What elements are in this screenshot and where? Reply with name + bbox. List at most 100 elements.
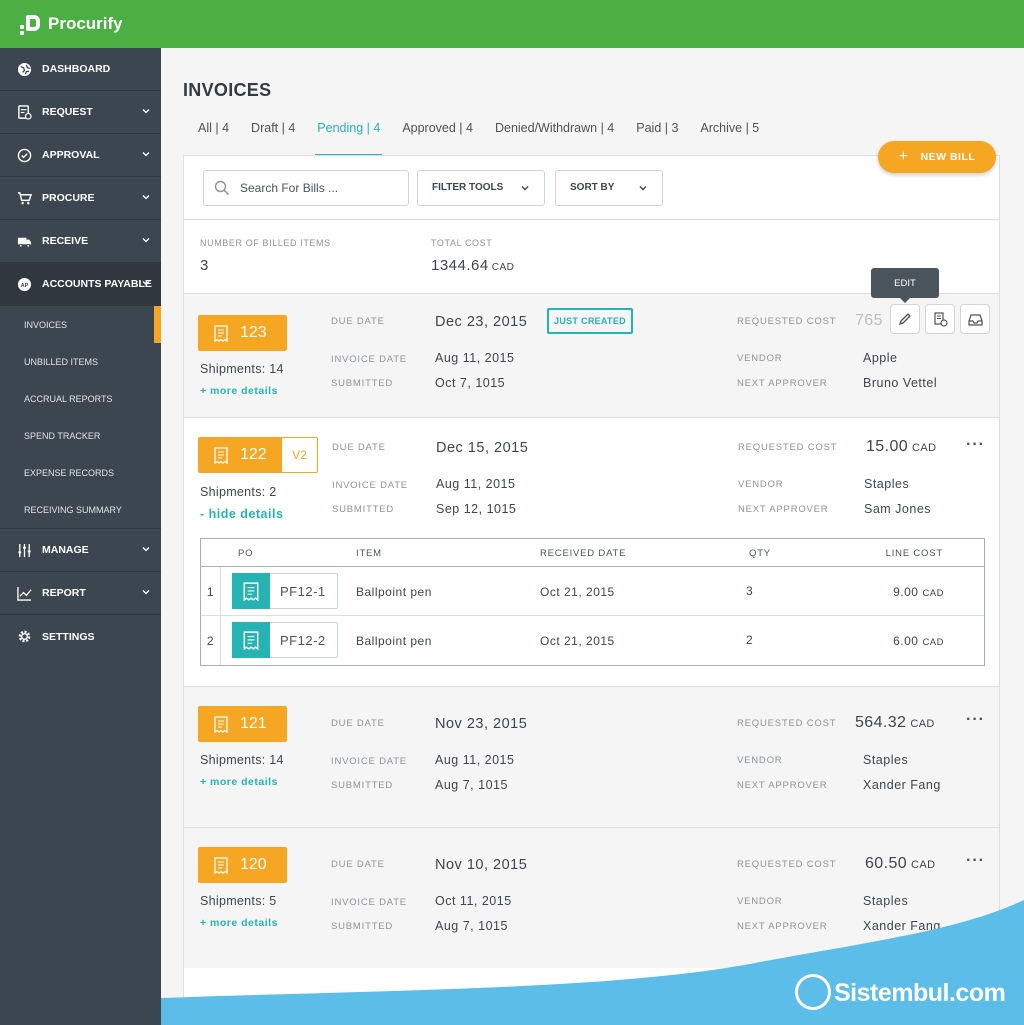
- next-approver-label: NEXT APPROVER: [737, 780, 828, 791]
- sidebar-item-label: APPROVAL: [42, 149, 100, 161]
- sidebar-subitem-invoices[interactable]: INVOICES: [0, 306, 161, 343]
- col-item: ITEM: [356, 548, 382, 559]
- invoice-date-value: Aug 11, 2015: [435, 753, 515, 767]
- invoice-panel: + NEW BILL Search For Bills ... FILTER T…: [183, 141, 1000, 1017]
- col-qty: QTY: [749, 548, 771, 559]
- sidebar-item-label: MANAGE: [42, 544, 89, 556]
- total-cost-label: TOTAL COST: [431, 238, 493, 248]
- sidebar-item-manage[interactable]: MANAGE: [0, 529, 161, 572]
- vendor-label: VENDOR: [737, 353, 783, 364]
- edit-button[interactable]: [890, 304, 920, 334]
- sidebar-item-request[interactable]: REQUEST: [0, 91, 161, 134]
- sidebar-subitem-expense-records[interactable]: EXPENSE RECORDS: [0, 454, 161, 491]
- submitted-value: Aug 7, 1015: [435, 919, 508, 933]
- bill-number-badge[interactable]: 122: [198, 437, 282, 473]
- sidebar-item-receive[interactable]: RECEIVE: [0, 220, 161, 263]
- due-date-label: DUE DATE: [332, 442, 386, 453]
- sidebar-subitem-spend-tracker[interactable]: SPEND TRACKER: [0, 417, 161, 454]
- po-number: PF12-2: [280, 632, 326, 648]
- po-link[interactable]: PF12-2: [232, 622, 338, 658]
- sidebar-item-accounts-payable[interactable]: AP ACCOUNTS PAYABLE: [0, 263, 161, 306]
- bill-row[interactable]: 123 Shipments: 14 + more details DUE DAT…: [184, 268, 999, 418]
- due-date-value: Dec 23, 2015: [435, 314, 528, 330]
- svg-text:AP: AP: [20, 282, 28, 288]
- chevron-down-icon: [142, 238, 150, 243]
- sidebar-item-procure[interactable]: PROCURE: [0, 177, 161, 220]
- version-badge: V2: [281, 437, 318, 473]
- vendor-label: VENDOR: [738, 479, 784, 490]
- bill-row-expanded[interactable]: 122 V2 Shipments: 2 - hide details DUE D…: [184, 418, 999, 687]
- sidebar-subitem-unbilled-items[interactable]: UNBILLED ITEMS: [0, 343, 161, 380]
- table-row[interactable]: 2 PF12-2 Ballpoint pen Oct 21, 2015 2 6.…: [201, 616, 984, 665]
- submitted-value: Oct 7, 1015: [435, 376, 506, 390]
- tab-paid[interactable]: Paid | 3: [636, 118, 678, 156]
- received-date: Oct 21, 2015: [540, 634, 615, 648]
- sort-by-label: SORT BY: [570, 182, 615, 193]
- invoice-date-label: INVOICE DATE: [332, 480, 408, 491]
- col-po: PO: [238, 548, 254, 559]
- archive-button[interactable]: [960, 304, 990, 334]
- hide-details-link[interactable]: - hide details: [200, 507, 283, 521]
- sidebar-item-settings[interactable]: SETTINGS: [0, 615, 161, 658]
- sidebar-item-label: REPORT: [42, 587, 86, 599]
- ap-icon: AP: [16, 276, 32, 292]
- submitted-label: SUBMITTED: [332, 504, 395, 515]
- page-title: INVOICES: [183, 80, 272, 100]
- sidebar-item-label: ACCOUNTS PAYABLE: [42, 278, 152, 290]
- bill-row[interactable]: 121 Shipments: 14 + more details DUE DAT…: [184, 687, 999, 828]
- sidebar-item-dashboard[interactable]: DASHBOARD: [0, 48, 161, 91]
- next-approver-label: NEXT APPROVER: [737, 921, 828, 932]
- vendor-label: VENDOR: [737, 755, 783, 766]
- sort-by-dropdown[interactable]: SORT BY: [555, 169, 663, 206]
- tab-pending[interactable]: Pending | 4: [315, 118, 383, 156]
- more-details-link[interactable]: + more details: [200, 917, 278, 929]
- col-line-cost: LINE COST: [885, 548, 943, 559]
- tab-archive[interactable]: Archive | 5: [700, 118, 759, 156]
- line-items-table: PO ITEM RECEIVED DATE QTY LINE COST 1 PF…: [200, 538, 985, 666]
- sidebar-item-approval[interactable]: APPROVAL: [0, 134, 161, 177]
- tab-draft[interactable]: Draft | 4: [251, 118, 295, 156]
- tab-approved[interactable]: Approved | 4: [402, 118, 473, 156]
- shipments-count: Shipments: 14: [200, 753, 284, 767]
- tab-all[interactable]: All | 4: [198, 118, 229, 156]
- more-options-icon[interactable]: ···: [966, 852, 985, 870]
- app-name[interactable]: Procurify: [48, 14, 123, 34]
- receipt-icon: [214, 324, 228, 342]
- chevron-down-icon: [142, 590, 150, 595]
- sidebar-subitem-accrual-reports[interactable]: ACCRUAL REPORTS: [0, 380, 161, 417]
- requested-cost-value: 765: [855, 312, 883, 329]
- po-link[interactable]: PF12-1: [232, 573, 338, 609]
- bill-number-badge[interactable]: 120: [198, 847, 287, 883]
- more-details-link[interactable]: + more details: [200, 385, 278, 397]
- submitted-value: Sep 12, 1015: [436, 502, 517, 516]
- row-index: 1: [201, 567, 221, 616]
- received-date: Oct 21, 2015: [540, 585, 615, 599]
- table-row[interactable]: 1 PF12-1 Ballpoint pen Oct 21, 2015 3 9.…: [201, 567, 984, 616]
- search-input[interactable]: Search For Bills ...: [203, 169, 409, 206]
- more-options-icon[interactable]: ···: [966, 436, 985, 454]
- quantity: 2: [746, 633, 754, 647]
- approve-bill-button[interactable]: [925, 304, 955, 334]
- bill-number-badge[interactable]: 123: [198, 315, 287, 351]
- po-document-icon: [232, 622, 270, 658]
- due-date-label: DUE DATE: [331, 718, 385, 729]
- procurify-logo-icon[interactable]: [20, 13, 42, 35]
- tab-denied-withdrawn[interactable]: Denied/Withdrawn | 4: [495, 118, 614, 156]
- vendor-value: Staples: [864, 477, 910, 491]
- vendor-label: VENDOR: [737, 896, 783, 907]
- due-date-value: Nov 10, 2015: [435, 857, 528, 873]
- invoice-date-value: Aug 11, 2015: [435, 351, 515, 365]
- new-bill-button[interactable]: + NEW BILL: [878, 141, 996, 173]
- chevron-down-icon: [639, 185, 647, 190]
- sidebar-subitem-receiving-summary[interactable]: RECEIVING SUMMARY: [0, 491, 161, 528]
- bill-row[interactable]: 120 Shipments: 5 + more details DUE DATE…: [184, 828, 999, 968]
- sidebar-item-report[interactable]: REPORT: [0, 572, 161, 615]
- requested-cost-label: REQUESTED COST: [737, 718, 837, 729]
- request-icon: [16, 104, 32, 120]
- submitted-value: Aug 7, 1015: [435, 778, 508, 792]
- more-options-icon[interactable]: ···: [966, 711, 985, 729]
- bill-number-badge[interactable]: 121: [198, 706, 287, 742]
- filter-tools-dropdown[interactable]: FILTER TOOLS: [417, 169, 545, 206]
- more-details-link[interactable]: + more details: [200, 776, 278, 788]
- submitted-label: SUBMITTED: [331, 780, 394, 791]
